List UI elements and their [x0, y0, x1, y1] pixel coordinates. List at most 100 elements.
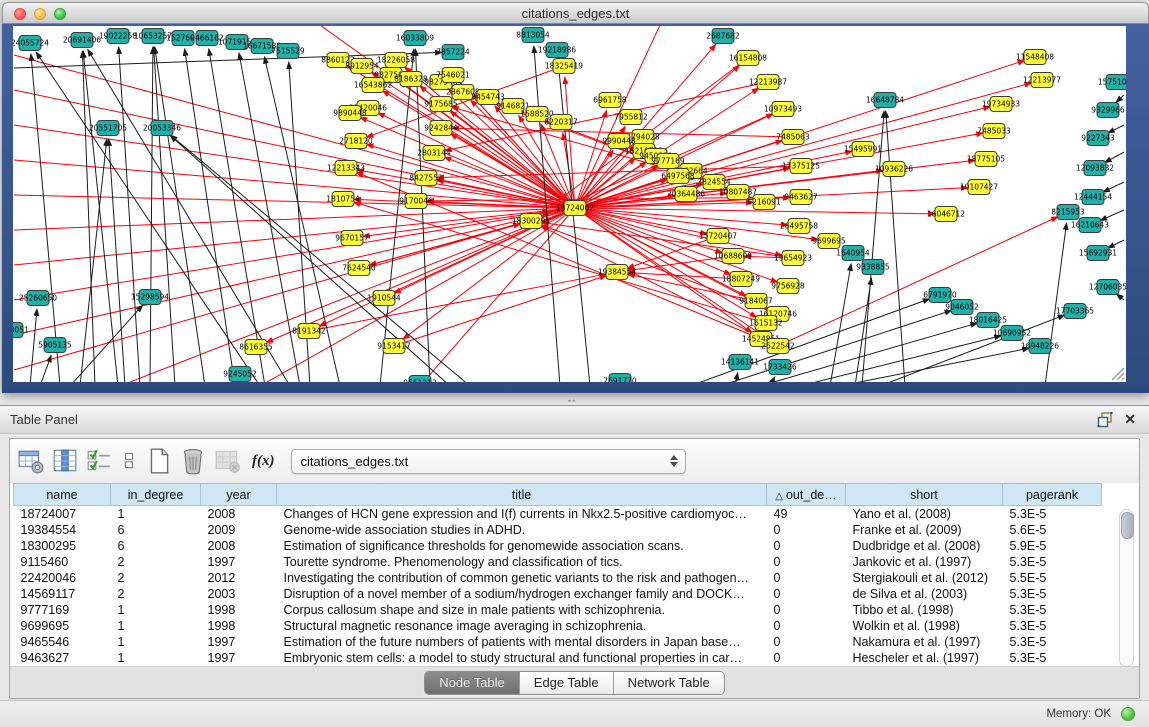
graph-node[interactable]: 18807249 — [722, 272, 760, 287]
delete-column-icon[interactable] — [178, 447, 208, 475]
graph-node[interactable]: 18226058 — [377, 53, 415, 68]
tab-network-table[interactable]: Network Table — [614, 672, 724, 694]
graph-node[interactable]: 7485033 — [977, 124, 1011, 139]
graph-node[interactable]: 8186328 — [394, 72, 428, 87]
graph-node[interactable]: 20053346 — [143, 121, 181, 136]
graph-node[interactable]: 7955812 — [614, 110, 648, 125]
graph-node[interactable]: 9699695 — [812, 234, 846, 249]
tab-edge-table[interactable]: Edge Table — [520, 672, 614, 694]
graph-node[interactable]: 9329966 — [1091, 103, 1125, 118]
network-canvas[interactable]: 1872400788601238912954182260589827502818… — [13, 26, 1126, 382]
graph-node[interactable]: 12213987 — [749, 75, 787, 90]
graph-node[interactable]: 18016425 — [969, 313, 1007, 328]
graph-node[interactable]: 9463627 — [784, 190, 818, 205]
window-titlebar[interactable]: citations_edges.txt — [2, 2, 1149, 24]
graph-node[interactable]: 10690952 — [993, 326, 1031, 341]
graph-node[interactable]: 7857224 — [436, 45, 470, 60]
graph-node[interactable]: 9338855 — [856, 260, 890, 275]
table-row[interactable]: 1456911722003Disruption of a novel membe… — [14, 586, 1102, 602]
table-row[interactable]: 1938455462009Genome-wide association stu… — [14, 522, 1102, 538]
table-selector-dropdown[interactable]: citations_edges.txt — [291, 449, 686, 474]
graph-node[interactable]: 9551212 — [403, 376, 437, 383]
graph-node[interactable]: 15692931 — [1079, 246, 1117, 261]
graph-node[interactable]: 8813054 — [516, 28, 550, 43]
create-column-icon[interactable] — [144, 447, 174, 475]
graph-node[interactable]: 19022258 — [99, 29, 137, 44]
graph-node[interactable]: 14136141 — [721, 355, 759, 370]
table-row[interactable]: 1872400712008Changes of HCN gene express… — [14, 506, 1102, 523]
delete-table-icon[interactable] — [212, 447, 242, 475]
graph-node[interactable]: 1640954 — [836, 246, 870, 261]
graph-node[interactable]: 3153051 — [13, 323, 29, 338]
graph-node[interactable]: 9153417 — [377, 339, 411, 354]
graph-node[interactable]: 7515529 — [271, 44, 305, 59]
graph-node[interactable]: 19654923 — [774, 251, 812, 266]
graph-node[interactable]: 20691406 — [63, 33, 101, 48]
graph-node[interactable]: 1733426 — [763, 360, 797, 375]
panel-drag-handle[interactable]: •• — [568, 399, 582, 404]
graph-node[interactable]: 8616355 — [239, 340, 273, 355]
graph-node[interactable]: 1910544 — [367, 291, 401, 306]
function-builder-icon[interactable]: f(x) — [252, 453, 275, 470]
column-visibility-icon[interactable] — [50, 447, 80, 475]
table-row[interactable]: 977716911998Corpus callosum shape and si… — [14, 602, 1102, 618]
graph-node[interactable]: 12444154 — [1074, 190, 1112, 205]
graph-node[interactable]: 20364486 — [667, 187, 705, 202]
graph-node[interactable]: 10107427 — [960, 180, 998, 195]
graph-node[interactable]: 12093832 — [1076, 161, 1114, 176]
graph-node[interactable]: 9227343 — [1081, 131, 1115, 146]
graph-node[interactable]: 16046712 — [927, 207, 965, 222]
vertical-scrollbar[interactable] — [1119, 509, 1134, 667]
graph-node[interactable]: 9756928 — [771, 279, 805, 294]
tab-node-table[interactable]: Node Table — [425, 672, 520, 694]
column-header[interactable]: pagerank — [1003, 484, 1102, 506]
graph-node[interactable]: 6497568 — [661, 169, 695, 184]
column-header[interactable]: title — [277, 484, 767, 506]
table-row[interactable]: 911546021997Tourette syndrome. Phenomeno… — [14, 554, 1102, 570]
graph-node[interactable]: 1810754 — [326, 192, 360, 207]
graph-node[interactable]: 9184067 — [739, 294, 773, 309]
canvas-resize-grip[interactable] — [1112, 368, 1124, 380]
table-row[interactable]: 1830029562008Estimation of significance … — [14, 538, 1102, 554]
table-row[interactable]: 946554611997Estimation of the future num… — [14, 634, 1102, 650]
graph-node[interactable]: 1615132 — [749, 316, 783, 331]
graph-node[interactable]: 15751074 — [1098, 75, 1126, 90]
column-header[interactable]: short — [846, 484, 1003, 506]
graph-node[interactable]: 16154808 — [729, 51, 767, 66]
table-mode-icon[interactable] — [16, 447, 46, 475]
scrollbar-thumb[interactable] — [1121, 512, 1134, 539]
graph-node[interactable]: 6961758 — [593, 93, 627, 108]
graph-node[interactable]: 15495991 — [844, 142, 882, 157]
graph-node[interactable]: 25260650 — [19, 291, 57, 306]
graph-node[interactable]: 12706035 — [1089, 280, 1126, 295]
column-header[interactable]: △out_de… — [767, 484, 846, 506]
column-header[interactable]: name — [14, 484, 111, 506]
graph-node[interactable]: 16948226 — [1021, 339, 1059, 354]
column-header[interactable]: year — [201, 484, 277, 506]
graph-node[interactable]: 6216091 — [747, 195, 781, 210]
column-select-icon[interactable] — [84, 447, 114, 475]
graph-node[interactable]: 15298594 — [131, 290, 169, 305]
graph-node[interactable]: 7691770 — [603, 374, 637, 383]
graph-node[interactable]: 19218986 — [538, 43, 576, 58]
graph-node[interactable]: 5905135 — [38, 338, 72, 353]
graph-node[interactable]: 20551705 — [89, 121, 127, 136]
table-row[interactable]: 2242004622012Investigating the contribut… — [14, 570, 1102, 586]
graph-node[interactable]: 19734933 — [982, 97, 1020, 112]
graph-node[interactable]: 7485063 — [776, 130, 810, 145]
graph-node[interactable]: 8220317 — [544, 115, 578, 130]
close-panel-icon[interactable]: ✕ — [1124, 411, 1136, 428]
graph-node[interactable]: 2718120 — [339, 134, 373, 149]
graph-node[interactable]: 19384554 — [598, 265, 636, 280]
graph-node[interactable]: 18775105 — [967, 152, 1005, 167]
table-row[interactable]: 969969511998Structural magnetic resonanc… — [14, 618, 1102, 634]
graph-node[interactable]: 10936226 — [875, 162, 913, 177]
graph-node[interactable]: 2687682 — [706, 29, 740, 44]
graph-node[interactable]: 9046052 — [945, 300, 979, 315]
graph-node[interactable]: 10973493 — [764, 102, 802, 117]
column-header[interactable]: in_degree — [111, 484, 201, 506]
graph-node[interactable]: 16033809 — [396, 31, 434, 46]
graph-node[interactable]: 11548408 — [1016, 50, 1054, 65]
graph-node[interactable]: 2522542 — [761, 339, 795, 354]
float-panel-icon[interactable] — [1097, 412, 1113, 428]
